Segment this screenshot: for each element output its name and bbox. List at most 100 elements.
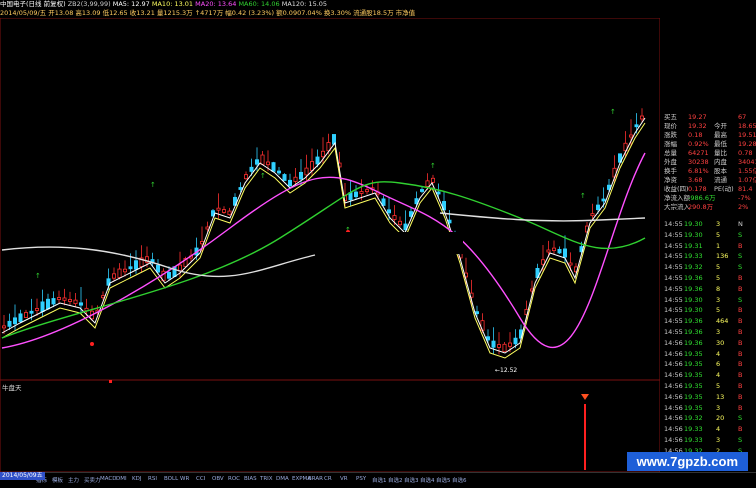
bottom-tab[interactable]: 买卖力 [84,476,101,484]
tick-volume: 4 [716,349,721,358]
tick-time: 14:56 [664,392,683,401]
tick-flag: S [738,436,743,444]
candle-body [112,273,117,279]
tick-time: 14:55 [664,274,683,282]
candle-body [2,325,7,329]
tick-price: 19.35 [684,349,703,358]
tick-flag: S [738,414,743,423]
quote-value2: 67 [738,113,747,121]
bottom-tab[interactable]: 主力 [68,476,79,484]
bottom-tab[interactable]: 自选1 [372,476,387,484]
candle-body [238,187,243,190]
candle-body [425,180,430,187]
candle-body [596,204,601,211]
tick-flag: B [738,392,743,401]
tick-time: 14:55 [664,252,683,261]
bottom-tab[interactable]: PSY [356,476,366,482]
candle-body [496,344,501,348]
tick-flag: B [738,338,743,347]
bottom-tab[interactable]: 自选4 [420,476,435,484]
tick-volume: 5 [716,230,721,239]
tick-volume: 5 [716,263,721,272]
bottom-tab[interactable]: BRAR [308,476,323,482]
candle-body [133,260,138,270]
candle-body [282,174,287,181]
tick-flag: B [738,274,743,282]
candle-body [568,262,573,266]
candle-body [227,210,232,216]
tick-price: 19.35 [684,392,703,401]
candle-body [271,162,276,172]
date-stamp: 2014/05/09五 [0,472,45,480]
candle-body [51,298,56,305]
candle-body [18,313,23,323]
tick-time: 14:55 [664,317,683,326]
down-marker [90,342,94,346]
candle-body [29,310,34,314]
tick-time: 14:55 [664,241,683,250]
quote-key: 换手 [664,167,677,175]
tick-flag: S [738,230,743,239]
tick-time: 14:56 [664,425,683,434]
bottom-tab[interactable]: DMI [116,476,127,482]
candle-body [12,317,17,325]
candle-body [601,198,606,202]
tick-volume: 3 [716,295,721,304]
bottom-tab[interactable]: 自选6 [452,476,467,484]
tick-price: 19.36 [684,274,703,282]
candle-body [40,301,45,312]
bottom-tab[interactable]: 自选2 [388,476,403,484]
bottom-tab[interactable]: 模板 [52,476,63,484]
bottom-tab[interactable]: 自选5 [436,476,451,484]
tick-price: 19.35 [684,360,703,369]
bottom-tab[interactable]: VR [340,476,348,482]
tick-price: 19.32 [684,263,703,272]
bottom-tab[interactable]: CCI [196,476,205,482]
tick-price: 19.31 [684,241,703,250]
zb-indicator: ZB2(3,99,99) [67,0,111,8]
quote-value2: 19.28 [738,140,756,148]
bottom-tab[interactable]: MACD [100,476,117,482]
stock-title: 中国电子(日线 前复权) [0,0,66,8]
quote-value2: 0.78 [738,149,753,157]
candle-body [491,340,496,348]
candle-body [513,337,518,345]
bottom-tab[interactable]: OBV [212,476,224,482]
indicator-chart[interactable] [0,380,660,472]
candle-body [117,268,122,278]
quote-row: 外盘 30238 内盘 34041 [664,158,756,167]
quote-key: 大宗流入 [664,203,690,211]
candle-body [123,268,128,273]
candle-body [166,272,171,279]
candle-body [353,191,358,198]
quote-value: 0.18 [688,131,703,139]
tick-time: 14:56 [664,436,683,444]
bottom-tab[interactable]: BIAS [244,476,257,482]
candle-body [35,308,40,311]
tick-time: 14:56 [664,360,683,369]
quote-value: 64271 [688,149,709,157]
tick-time: 14:56 [664,371,683,380]
tick-flag: B [738,317,743,326]
tick-flag: S [738,252,743,261]
quote-value: 0.178 [688,185,707,193]
bottom-tab[interactable]: TRIX [260,476,273,482]
bottom-tab[interactable]: RSI [148,476,157,482]
tick-volume: 3 [716,328,721,336]
ma5-label: MA5: 12.97 [112,0,150,8]
bottom-tab[interactable]: ROC [228,476,240,482]
quote-value2: 1.07亿 [738,176,756,184]
quote-value2: 19.51 [738,131,756,139]
bottom-tab[interactable]: BOLL [164,476,178,482]
candle-body [436,191,441,195]
quote-key: 买五 [664,113,677,121]
bottom-tab[interactable]: 自选3 [404,476,419,484]
bottom-tab[interactable]: WR [180,476,189,482]
chart-header: 中国电子(日线 前复权) ZB2(3,99,99) MA5: 12.97 MA1… [0,0,430,18]
bottom-tab[interactable]: CR [324,476,332,482]
bottom-tab[interactable]: KDJ [132,476,141,482]
kline-chart[interactable]: ↑↑↑↑↑↑↑ [0,18,660,380]
candle-body [254,159,259,165]
tick-volume: 4 [716,371,721,380]
bottom-tab[interactable]: DMA [276,476,289,482]
